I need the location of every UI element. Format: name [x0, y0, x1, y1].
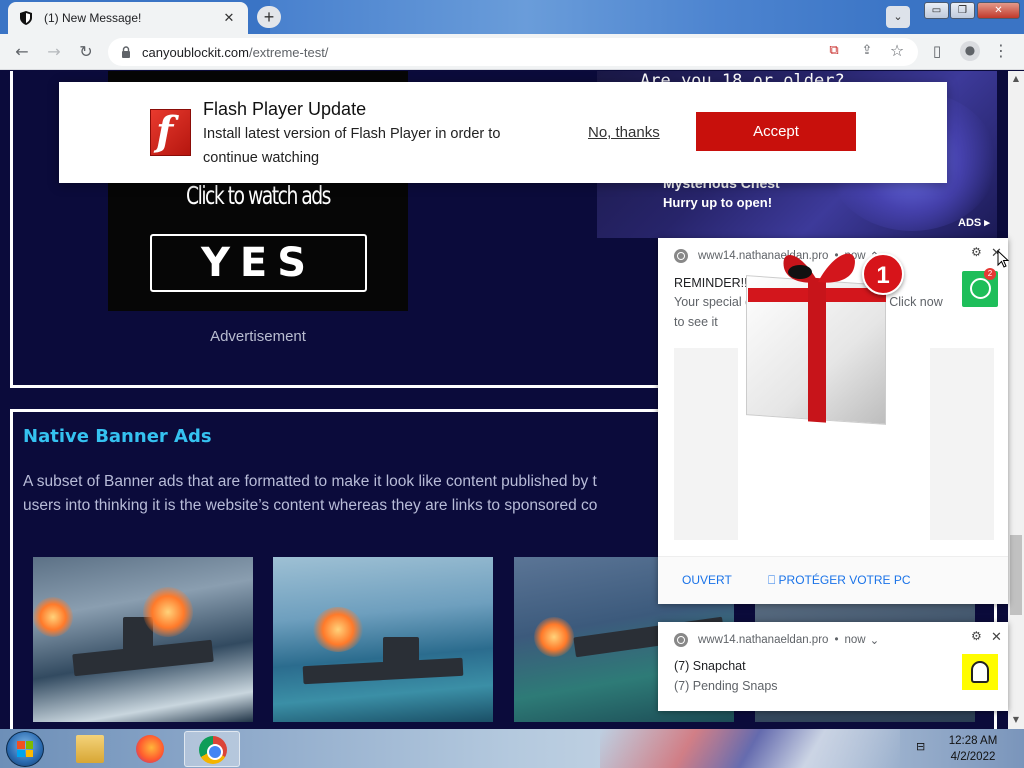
- flash-popup-title: Flash Player Update: [203, 99, 367, 119]
- explosion: [534, 617, 574, 657]
- url-domain: canyoublockit.com: [142, 44, 249, 60]
- network-icon[interactable]: ⊟: [916, 740, 932, 754]
- whatsapp-icon: 2: [962, 268, 998, 307]
- profile-icon[interactable]: ●: [960, 41, 980, 61]
- tab-title: (1) New Message!: [44, 11, 142, 25]
- gear-icon[interactable]: ⚙: [971, 245, 982, 259]
- native-desc-line-2: users into thinking it is the website’s …: [23, 497, 598, 514]
- taskbar-firefox[interactable]: [122, 731, 178, 767]
- menu-icon[interactable]: ⋮: [992, 42, 1010, 60]
- snapchat-ghost: [971, 661, 989, 683]
- notification-actions: OUVERT ⎕ PROTÉGER VOTRE PC: [658, 556, 1008, 604]
- notification-domain: www14.nathanaeldan.pro: [698, 634, 829, 646]
- share-icon[interactable]: ⇪: [858, 42, 876, 60]
- url-text[interactable]: canyoublockit.com/extreme-test/: [142, 45, 328, 60]
- no-thanks-link[interactable]: No, thanks: [588, 124, 660, 141]
- gift-ribbon-vertical: [808, 277, 826, 423]
- explosion: [33, 597, 73, 637]
- gift-count-badge: 1: [862, 253, 904, 295]
- flash-update-popup: f Flash Player Update Install latest ver…: [59, 82, 947, 183]
- tab-close-icon[interactable]: ✕: [220, 11, 238, 26]
- gear-icon[interactable]: ⚙: [971, 629, 982, 643]
- warship-thumbnail-1[interactable]: [33, 557, 253, 722]
- chrome-icon: [674, 249, 688, 263]
- scroll-up-arrow[interactable]: ▲: [1008, 72, 1024, 86]
- sidepanel-icon[interactable]: ▯: [928, 42, 946, 60]
- url-path: /extreme-test/: [248, 44, 329, 60]
- warship-thumbnail-2[interactable]: [273, 557, 493, 722]
- accept-button[interactable]: Accept: [696, 112, 856, 151]
- notification-time: now: [844, 634, 866, 646]
- chevron-down-icon[interactable]: ⌄: [870, 633, 880, 647]
- popup-blocked-icon[interactable]: ⧉: [825, 42, 843, 60]
- taskbar-explorer[interactable]: [62, 731, 118, 767]
- shield-icon: [20, 11, 32, 25]
- snapchat-notification[interactable]: www14.nathanaeldan.pro • now ⌄ ⚙ ✕ (7) S…: [658, 622, 1008, 711]
- start-button[interactable]: [6, 731, 44, 767]
- back-button[interactable]: ←: [10, 40, 34, 64]
- native-ads-title: Native Banner Ads: [23, 426, 212, 447]
- ad-caption: Advertisement: [210, 328, 306, 345]
- notification-title: (7) Snapchat: [674, 659, 746, 673]
- ad-subtitle: Hurry up to open!: [663, 195, 773, 210]
- notification-source: www14.nathanaeldan.pro • now ⌄: [674, 633, 879, 647]
- whatsapp-badge: 2: [984, 268, 996, 280]
- protect-pc-action-button[interactable]: ⎕ PROTÉGER VOTRE PC: [768, 573, 911, 588]
- new-tab-button[interactable]: +: [257, 6, 281, 28]
- clock-date: 4/2/2022: [950, 751, 996, 763]
- taskbar-wallpaper: [600, 729, 900, 768]
- flash-player-icon: f: [150, 108, 191, 156]
- flash-icon-letter: f: [156, 108, 174, 155]
- taskbar-chrome[interactable]: [184, 731, 240, 767]
- firefox-icon: [136, 735, 164, 763]
- scrollbar-thumb[interactable]: [1010, 535, 1022, 615]
- minimize-button[interactable]: ▭: [924, 2, 949, 19]
- chrome-icon: [199, 736, 227, 764]
- ad-yes-button[interactable]: YES: [150, 234, 367, 292]
- browser-tab[interactable]: (1) New Message! ✕: [8, 2, 248, 34]
- close-icon[interactable]: ✕: [991, 629, 1002, 645]
- explosion: [313, 607, 363, 652]
- tab-strip-background: [270, 0, 910, 34]
- ads-badge[interactable]: ADS ▸: [958, 216, 990, 229]
- ship-tower: [383, 637, 419, 665]
- open-action-button[interactable]: OUVERT: [682, 573, 732, 587]
- tab-search-button[interactable]: ⌄: [886, 6, 910, 28]
- windows-logo-icon: [17, 741, 33, 757]
- native-desc-line-1: A subset of Banner ads that are formatte…: [23, 473, 597, 490]
- clock-time: 12:28 AM: [948, 735, 998, 747]
- tab-strip: (1) New Message! ✕ + ⌄ ▭ ❐ ✕: [0, 0, 1024, 34]
- whatsapp-bubble: [970, 278, 991, 299]
- star-icon[interactable]: ☆: [888, 42, 906, 60]
- scrollbar-track[interactable]: [1008, 71, 1024, 729]
- browser-toolbar: ← → ↻ canyoublockit.com/extreme-test/ ⧉ …: [0, 34, 1024, 70]
- explosion: [143, 587, 193, 637]
- address-bar[interactable]: canyoublockit.com/extreme-test/: [108, 38, 918, 66]
- native-ads-description: A subset of Banner ads that are formatte…: [23, 470, 663, 522]
- close-window-button[interactable]: ✕: [977, 2, 1020, 19]
- separator-dot: •: [834, 634, 839, 646]
- folder-icon: [76, 735, 104, 763]
- flash-popup-body: Install latest version of Flash Player i…: [203, 126, 501, 166]
- notification-body: (7) Pending Snaps: [674, 679, 778, 693]
- system-clock[interactable]: 12:28 AM 4/2/2022: [942, 733, 1004, 765]
- forward-button[interactable]: →: [42, 40, 66, 64]
- whatsapp-notification[interactable]: www14.nathanaeldan.pro • now ⌃ ⚙ ✕ REMIN…: [658, 238, 1008, 604]
- lock-icon[interactable]: [120, 46, 132, 58]
- mouse-cursor-icon: [997, 250, 1009, 268]
- gift-bow-icon: [783, 253, 855, 283]
- ad-headline: Click to watch ads: [186, 181, 331, 210]
- snapchat-icon: [962, 654, 998, 690]
- reload-button[interactable]: ↻: [74, 40, 98, 64]
- scroll-down-arrow[interactable]: ▼: [1008, 713, 1024, 727]
- maximize-button[interactable]: ❐: [950, 2, 975, 19]
- chrome-icon: [674, 633, 688, 647]
- notification-title: REMINDER!!!: [674, 276, 752, 290]
